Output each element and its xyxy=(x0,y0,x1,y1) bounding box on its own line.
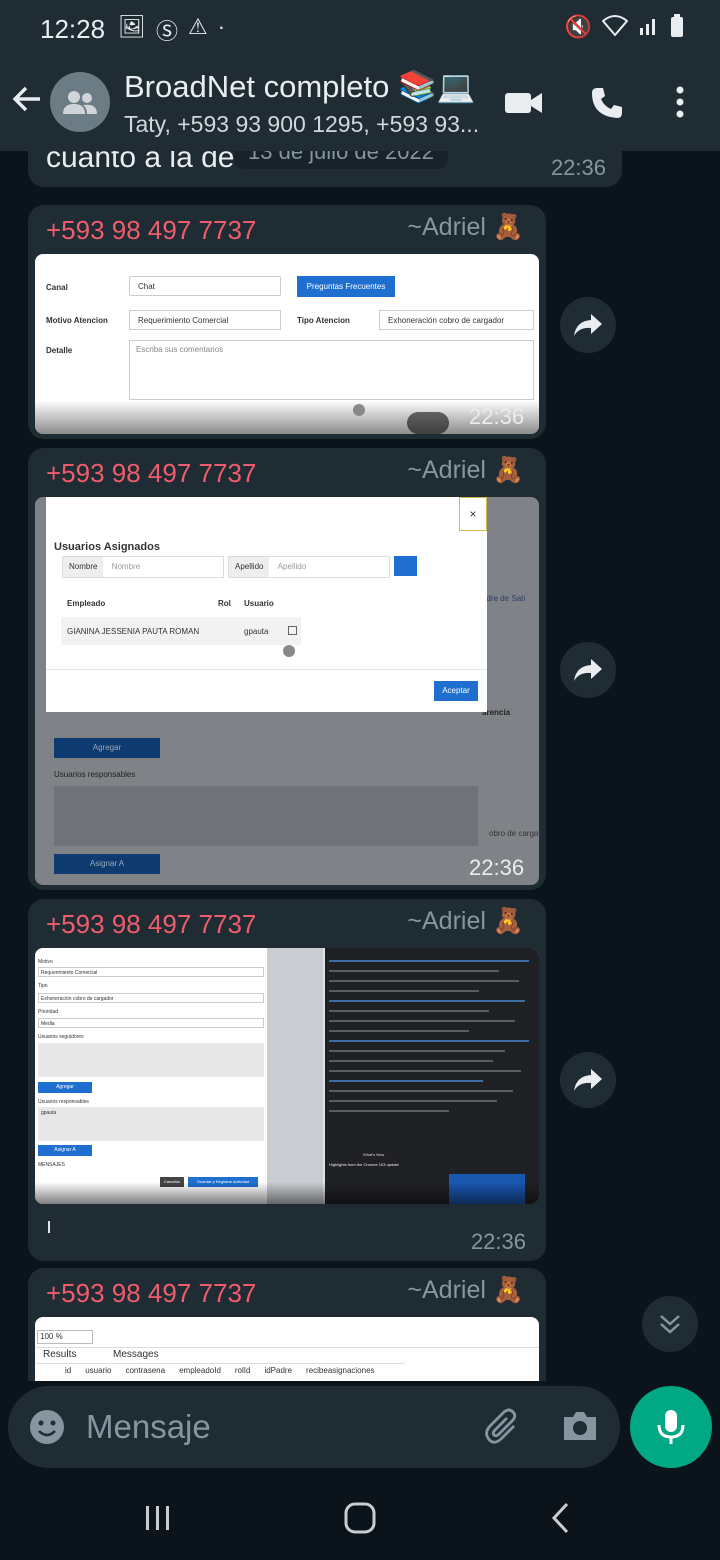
status-bar: 12:28 🖼 Ⓢ ⚠ · 🔇 xyxy=(0,0,720,56)
devtools-panel: What's New Highlights from the Chrome 10… xyxy=(325,948,539,1204)
canal-select: Chat xyxy=(129,276,281,296)
forward-icon xyxy=(574,314,602,336)
image-message-2[interactable]: +593 98 497 7737 ~Adriel 🧸 adre de Sati … xyxy=(28,448,546,890)
sender-phone[interactable]: +593 98 497 7737 xyxy=(46,458,256,489)
sender-phone[interactable]: +593 98 497 7737 xyxy=(46,215,256,246)
sender-phone[interactable]: +593 98 497 7737 xyxy=(46,1278,256,1309)
message-time: 22:36 xyxy=(550,155,606,180)
sender-phone[interactable]: +593 98 497 7737 xyxy=(46,909,256,940)
system-nav-bar xyxy=(0,1476,720,1560)
image-message-4[interactable]: +593 98 497 7737 ~Adriel 🧸 100 % Results… xyxy=(28,1268,546,1381)
double-chevron-down-icon xyxy=(660,1315,680,1334)
chat-participants[interactable]: Taty, +593 93 900 1295, +593 93... xyxy=(124,111,479,138)
tipo-select: Exhoneración cobro de cargador xyxy=(379,310,534,330)
home-icon[interactable] xyxy=(344,1502,376,1539)
status-time: 12:28 xyxy=(40,14,106,44)
chat-header: BroadNet completo 📚💻 Taty, +593 93 900 1… xyxy=(0,56,720,151)
motivo-select: Requerimiento Comercial xyxy=(129,310,281,330)
message-input[interactable]: Mensaje xyxy=(86,1408,211,1446)
forward-icon xyxy=(574,1069,602,1091)
microphone-icon xyxy=(657,1410,685,1444)
camera-icon[interactable] xyxy=(561,1408,599,1449)
chat-area[interactable]: cuanto a la de 13 de julio de 2022 22:36… xyxy=(0,151,720,1381)
voice-call-icon[interactable] xyxy=(590,86,624,125)
zoom-select: 100 % xyxy=(37,1330,93,1344)
sender-alias: ~Adriel 🧸 xyxy=(407,213,524,241)
message-image[interactable]: Motivo Requerimiento Comercial Tipo Exho… xyxy=(35,948,539,1204)
detalle-textarea: Escriba sus comentarios xyxy=(129,340,534,400)
message-image[interactable]: 100 % Results Messages id usuario contra… xyxy=(35,1317,539,1381)
message-image[interactable]: adre de Sati arencia obro de carga Agreg… xyxy=(35,497,539,885)
battery-icon xyxy=(670,14,684,44)
messages-tab: Messages xyxy=(113,1349,159,1360)
forward-button-1[interactable] xyxy=(560,297,616,353)
filter-icon xyxy=(394,556,417,576)
people-icon xyxy=(407,412,449,434)
sender-alias: ~Adriel 🧸 xyxy=(407,456,524,484)
dot-icon: · xyxy=(217,14,226,39)
voice-message-button[interactable] xyxy=(630,1386,712,1468)
message-time: 22:36 xyxy=(470,1229,526,1254)
faq-button: Preguntas Frecuentes xyxy=(297,276,395,297)
mute-icon: 🔇 xyxy=(564,14,592,39)
attach-icon[interactable] xyxy=(484,1408,522,1451)
forward-icon xyxy=(574,659,602,681)
group-icon xyxy=(63,91,97,114)
message-caption: ı xyxy=(46,1213,53,1238)
back-arrow-icon[interactable] xyxy=(12,84,42,123)
message-image[interactable]: Canal Chat Preguntas Frecuentes Motivo A… xyxy=(35,254,539,434)
forward-button-2[interactable] xyxy=(560,642,616,698)
emoji-icon[interactable] xyxy=(28,1408,66,1451)
more-options-icon[interactable] xyxy=(676,86,684,123)
close-icon: × xyxy=(459,497,487,531)
group-avatar[interactable] xyxy=(50,72,110,132)
message-time: 22:36 xyxy=(469,404,525,429)
s-app-icon: Ⓢ xyxy=(155,19,178,44)
video-call-icon[interactable] xyxy=(505,90,543,121)
message-bubble-partial[interactable]: cuanto a la de 13 de julio de 2022 22:36 xyxy=(28,151,622,187)
wifi-icon xyxy=(601,14,629,44)
scroll-to-bottom-button[interactable] xyxy=(642,1296,698,1352)
results-tab: Results xyxy=(43,1349,77,1360)
message-input-bar[interactable]: Mensaje xyxy=(8,1386,620,1468)
message-text: cuanto a la de xyxy=(46,151,235,174)
date-chip: 13 de julio de 2022 xyxy=(234,151,448,169)
image-icon: 🖼 xyxy=(118,14,146,39)
forward-button-3[interactable] xyxy=(560,1052,616,1108)
image-message-3[interactable]: +593 98 497 7737 ~Adriel 🧸 Motivo Requer… xyxy=(28,899,546,1261)
recent-apps-icon[interactable] xyxy=(144,1504,172,1537)
chat-title[interactable]: BroadNet completo 📚💻 xyxy=(124,68,475,105)
sender-alias: ~Adriel 🧸 xyxy=(407,1276,524,1304)
message-time: 22:36 xyxy=(469,855,525,880)
back-icon[interactable] xyxy=(550,1502,570,1539)
sender-alias: ~Adriel 🧸 xyxy=(407,907,524,935)
usuarios-asignados-modal: × Usuarios Asignados Nombre Nombre Apell… xyxy=(46,497,487,712)
image-message-1[interactable]: +593 98 497 7737 ~Adriel 🧸 Canal Chat Pr… xyxy=(28,205,546,439)
signal-icon xyxy=(638,14,660,44)
alert-icon: ⚠ xyxy=(187,14,208,39)
results-header: id usuario contrasena empleadoId rolId i… xyxy=(65,1366,375,1375)
